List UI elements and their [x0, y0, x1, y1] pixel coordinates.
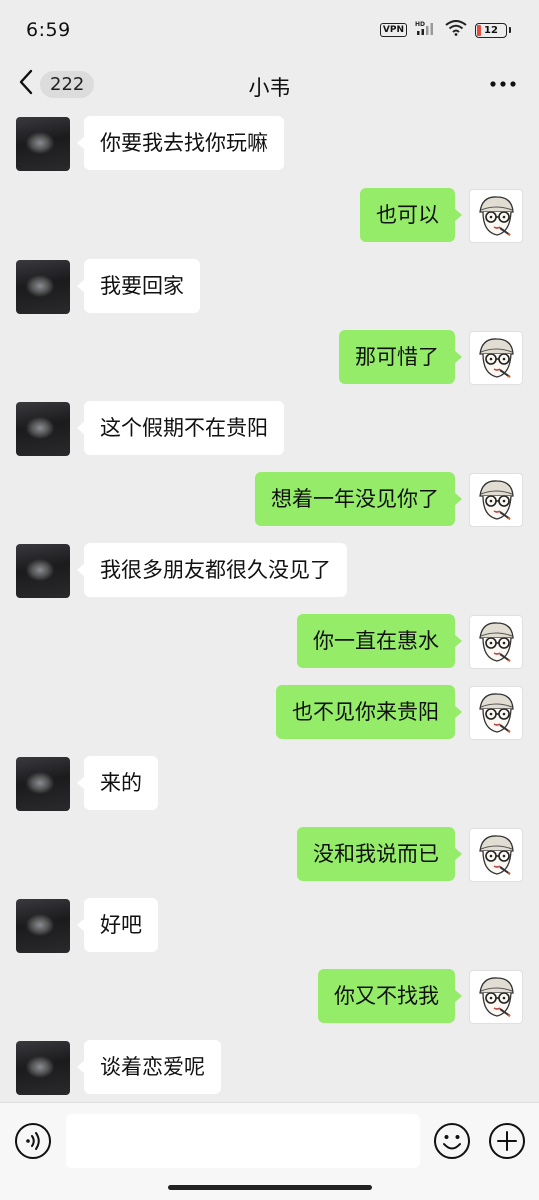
chat-title: 小韦 — [248, 76, 291, 100]
self-avatar[interactable] — [469, 686, 523, 740]
message-row-self: 没和我说而已 — [0, 827, 539, 883]
home-indicator[interactable] — [168, 1185, 372, 1190]
voice-button[interactable] — [14, 1122, 52, 1164]
message-bubble[interactable]: 你一直在惠水 — [297, 614, 462, 668]
message-input[interactable] — [66, 1114, 420, 1168]
message-list[interactable]: 你要我去找你玩嘛 也可以 我要回家 那可惜了 这个假期不在贵阳 想着一年没见你了… — [0, 110, 539, 1102]
battery-level: 12 — [484, 24, 498, 36]
self-avatar[interactable] — [469, 970, 523, 1024]
cartoon-face-icon — [479, 977, 514, 1017]
self-avatar[interactable] — [469, 331, 523, 385]
wifi-icon — [445, 20, 467, 40]
message-bubble[interactable]: 我很多朋友都很久没见了 — [77, 543, 347, 597]
friend-avatar[interactable] — [16, 757, 70, 811]
message-bubble[interactable]: 也可以 — [360, 188, 462, 242]
self-avatar[interactable] — [469, 189, 523, 243]
cartoon-face-icon — [479, 480, 514, 520]
nav-bar: 222 小韦 — [0, 60, 539, 110]
svg-text:HD: HD — [415, 21, 425, 28]
status-bar: 6:59 VPN HD 12 — [0, 0, 539, 60]
message-bubble[interactable]: 来的 — [77, 756, 158, 810]
message-row-self: 你又不找我 — [0, 969, 539, 1025]
emoji-icon — [433, 1123, 471, 1164]
message-bubble[interactable]: 这个假期不在贵阳 — [77, 401, 284, 455]
message-row-self: 那可惜了 — [0, 330, 539, 386]
message-bubble[interactable]: 好吧 — [77, 898, 158, 952]
message-bubble[interactable]: 那可惜了 — [339, 330, 462, 384]
status-time: 6:59 — [26, 19, 71, 41]
cartoon-face-icon — [479, 338, 514, 378]
voice-icon — [14, 1123, 52, 1164]
self-avatar[interactable] — [469, 615, 523, 669]
message-bubble[interactable]: 想着一年没见你了 — [255, 472, 462, 526]
cartoon-face-icon — [479, 835, 514, 875]
self-avatar[interactable] — [469, 473, 523, 527]
message-row-friend: 你要我去找你玩嘛 — [0, 116, 539, 172]
message-row-friend: 我要回家 — [0, 259, 539, 315]
message-row-self: 也可以 — [0, 188, 539, 244]
battery-cap — [509, 27, 511, 33]
message-row-self: 想着一年没见你了 — [0, 472, 539, 528]
cartoon-face-icon — [479, 196, 514, 236]
cartoon-face-icon — [479, 693, 514, 733]
message-bubble[interactable]: 你要我去找你玩嘛 — [77, 116, 284, 170]
battery-icon: 12 — [475, 22, 507, 38]
message-bubble[interactable]: 你又不找我 — [318, 969, 462, 1023]
friend-avatar[interactable] — [16, 260, 70, 314]
plus-circle-icon — [488, 1123, 526, 1164]
message-bubble[interactable]: 我要回家 — [77, 259, 200, 313]
friend-avatar[interactable] — [16, 1041, 70, 1095]
more-horizontal-icon — [489, 79, 517, 98]
message-row-friend: 这个假期不在贵阳 — [0, 401, 539, 457]
message-bubble[interactable]: 没和我说而已 — [297, 827, 462, 881]
cartoon-face-icon — [479, 622, 514, 662]
message-row-friend: 来的 — [0, 756, 539, 812]
message-bubble[interactable]: 谈着恋爱呢 — [77, 1040, 221, 1094]
message-row-self: 你一直在惠水 — [0, 614, 539, 670]
message-row-friend: 我很多朋友都很久没见了 — [0, 543, 539, 599]
status-icons: VPN HD 12 — [379, 20, 511, 40]
friend-avatar[interactable] — [16, 402, 70, 456]
message-bubble[interactable]: 也不见你来贵阳 — [276, 685, 462, 739]
message-row-self: 也不见你来贵阳 — [0, 685, 539, 741]
message-row-friend: 谈着恋爱呢 — [0, 1040, 539, 1096]
signal-icon: HD — [415, 20, 437, 40]
friend-avatar[interactable] — [16, 899, 70, 953]
message-row-friend: 好吧 — [0, 898, 539, 954]
more-button[interactable] — [489, 74, 517, 98]
vpn-badge: VPN — [379, 23, 407, 37]
self-avatar[interactable] — [469, 828, 523, 882]
emoji-button[interactable] — [433, 1122, 471, 1164]
friend-avatar[interactable] — [16, 117, 70, 171]
friend-avatar[interactable] — [16, 544, 70, 598]
more-actions-button[interactable] — [488, 1122, 526, 1164]
